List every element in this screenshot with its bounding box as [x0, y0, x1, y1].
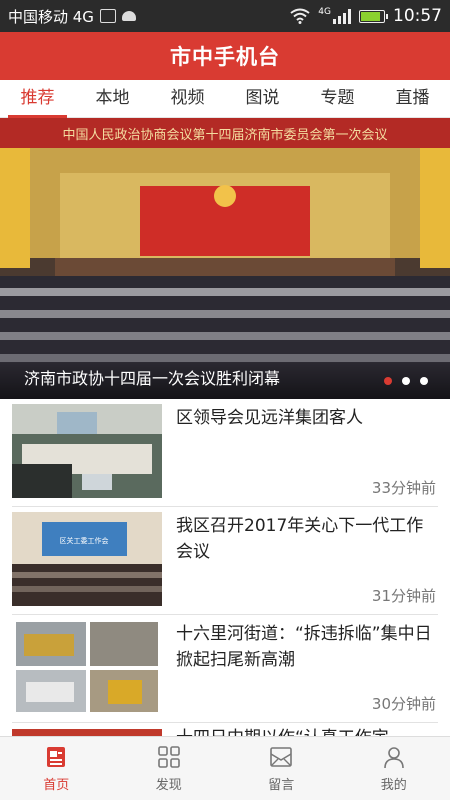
hero-banner-text: 中国人民政治协商会议第十四届济南市委员会第一次会议	[62, 127, 387, 143]
news-list: 区领导会见远洋集团客人 33分钟前 区关工委工作会 我区召开2017年关心下一代…	[0, 399, 450, 736]
user-icon	[383, 747, 404, 769]
carousel-dot[interactable]	[384, 377, 392, 385]
news-title: 十四日中期以作“认真工作定	[176, 725, 434, 736]
nav-label: 我的	[380, 778, 407, 793]
network-type: 4G	[318, 7, 331, 17]
nav-label: 发现	[155, 778, 182, 793]
android-icon	[121, 11, 136, 21]
hero-image: 中国人民政治协商会议第十四届济南市委员会第一次会议	[0, 118, 450, 399]
news-time: 31分钟前	[371, 587, 436, 605]
category-tabs: 推荐 本地 视频 图说 专题 直播	[0, 80, 450, 118]
news-item[interactable]: 区关工委工作会 我区召开2017年关心下一代工作会议 31分钟前	[12, 507, 438, 615]
news-thumbnail	[12, 404, 162, 498]
signal-icon: 4G	[318, 8, 351, 24]
tab-video[interactable]: 视频	[150, 80, 225, 117]
carrier-label: 中国移动 4G	[8, 7, 94, 26]
grid-icon	[157, 746, 180, 768]
hero-carousel[interactable]: 中国人民政治协商会议第十四届济南市委员会第一次会议 济南市政协十四届一次会议胜利…	[0, 118, 450, 399]
tab-picture[interactable]: 图说	[225, 80, 300, 117]
news-thumbnail	[12, 620, 162, 714]
app-title: 市中手机台	[170, 45, 280, 69]
carousel-dots	[384, 377, 428, 385]
clock: 10:57	[393, 6, 442, 26]
news-item[interactable]: 区领导会见远洋集团客人 33分钟前	[12, 399, 438, 507]
nav-label: 留言	[268, 778, 295, 793]
nav-message[interactable]: 留言	[225, 737, 338, 800]
news-title: 区领导会见远洋集团客人	[176, 408, 363, 428]
tab-local[interactable]: 本地	[75, 80, 150, 117]
news-time: 30分钟前	[371, 695, 436, 713]
home-news-icon	[47, 747, 66, 767]
message-icon	[270, 747, 293, 767]
news-title: 我区召开2017年关心下一代工作会议	[176, 516, 424, 562]
app-header: 市中手机台	[0, 32, 450, 80]
battery-fill	[361, 11, 380, 21]
status-bar: 中国移动 4G 4G 10:57	[0, 0, 450, 32]
news-item[interactable]: 十四日中期以作“认真工作定	[12, 723, 438, 736]
wifi-icon	[290, 8, 310, 24]
battery-icon	[359, 9, 388, 23]
hero-caption: 济南市政协十四届一次会议胜利闭幕	[0, 363, 450, 399]
news-item[interactable]: 十六里河街道：“拆违拆临”集中日 掀起扫尾新高潮 30分钟前	[12, 615, 438, 723]
nav-discover[interactable]: 发现	[113, 737, 226, 800]
carousel-dot[interactable]	[420, 377, 428, 385]
news-thumbnail: 区关工委工作会	[12, 512, 162, 606]
news-thumbnail	[12, 729, 162, 736]
image-icon	[99, 9, 116, 23]
nav-profile[interactable]: 我的	[338, 737, 450, 800]
nav-label: 首页	[43, 778, 70, 793]
news-title: 十六里河街道：“拆违拆临”集中日 掀起扫尾新高潮	[176, 624, 432, 670]
tab-recommend[interactable]: 推荐	[0, 80, 75, 118]
nav-home[interactable]: 首页	[0, 737, 113, 800]
carousel-dot[interactable]	[402, 377, 410, 385]
tab-live[interactable]: 直播	[375, 80, 450, 117]
tab-topic[interactable]: 专题	[300, 80, 375, 117]
bottom-nav: 首页 发现 留言 我的	[0, 736, 450, 800]
news-time: 33分钟前	[371, 479, 436, 497]
thumb-screen-text: 区关工委工作会	[60, 536, 109, 545]
